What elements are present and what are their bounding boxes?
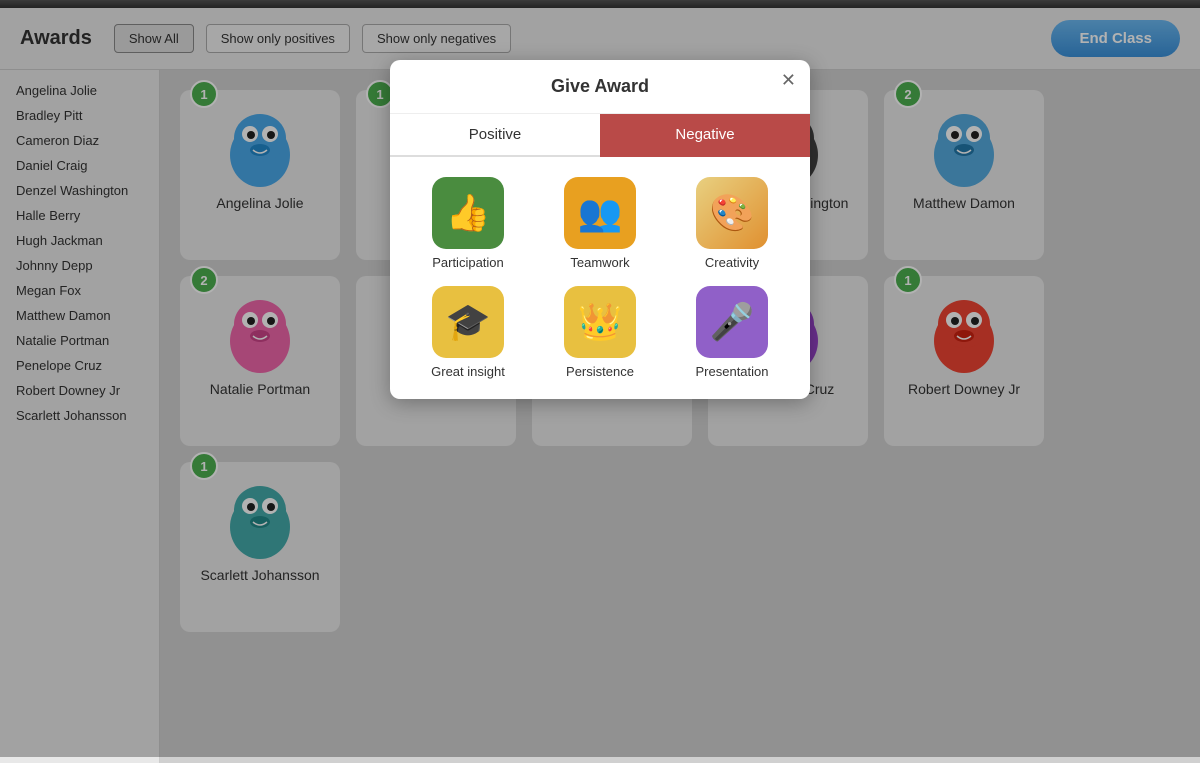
persistence-icon: 👑 bbox=[564, 286, 636, 358]
teamwork-icon: 👥 bbox=[564, 177, 636, 249]
award-participation[interactable]: 👍 Participation bbox=[410, 177, 526, 270]
teamwork-label: Teamwork bbox=[570, 255, 629, 270]
award-persistence[interactable]: 👑 Persistence bbox=[542, 286, 658, 379]
modal-title: Give Award ✕ bbox=[390, 60, 810, 114]
tab-positive[interactable]: Positive bbox=[390, 114, 600, 157]
participation-icon: 👍 bbox=[432, 177, 504, 249]
award-great-insight[interactable]: 🎓 Great insight bbox=[410, 286, 526, 379]
modal-tabs: Positive Negative bbox=[390, 114, 810, 157]
modal-close-button[interactable]: ✕ bbox=[781, 70, 796, 91]
award-presentation[interactable]: 🎤 Presentation bbox=[674, 286, 790, 379]
great-insight-label: Great insight bbox=[431, 364, 505, 379]
award-creativity[interactable]: 🎨 Creativity bbox=[674, 177, 790, 270]
participation-label: Participation bbox=[432, 255, 504, 270]
give-award-modal: Give Award ✕ Positive Negative 👍 Particip… bbox=[390, 60, 810, 399]
award-teamwork[interactable]: 👥 Teamwork bbox=[542, 177, 658, 270]
creativity-label: Creativity bbox=[705, 255, 759, 270]
persistence-label: Persistence bbox=[566, 364, 634, 379]
presentation-icon: 🎤 bbox=[696, 286, 768, 358]
great-insight-icon: 🎓 bbox=[432, 286, 504, 358]
tab-negative[interactable]: Negative bbox=[600, 114, 810, 157]
award-grid: 👍 Participation 👥 Teamwork 🎨 Creativity 🎓 Great… bbox=[390, 157, 810, 399]
presentation-label: Presentation bbox=[696, 364, 769, 379]
modal-overlay[interactable]: Give Award ✕ Positive Negative 👍 Particip… bbox=[0, 0, 1200, 757]
creativity-icon: 🎨 bbox=[696, 177, 768, 249]
